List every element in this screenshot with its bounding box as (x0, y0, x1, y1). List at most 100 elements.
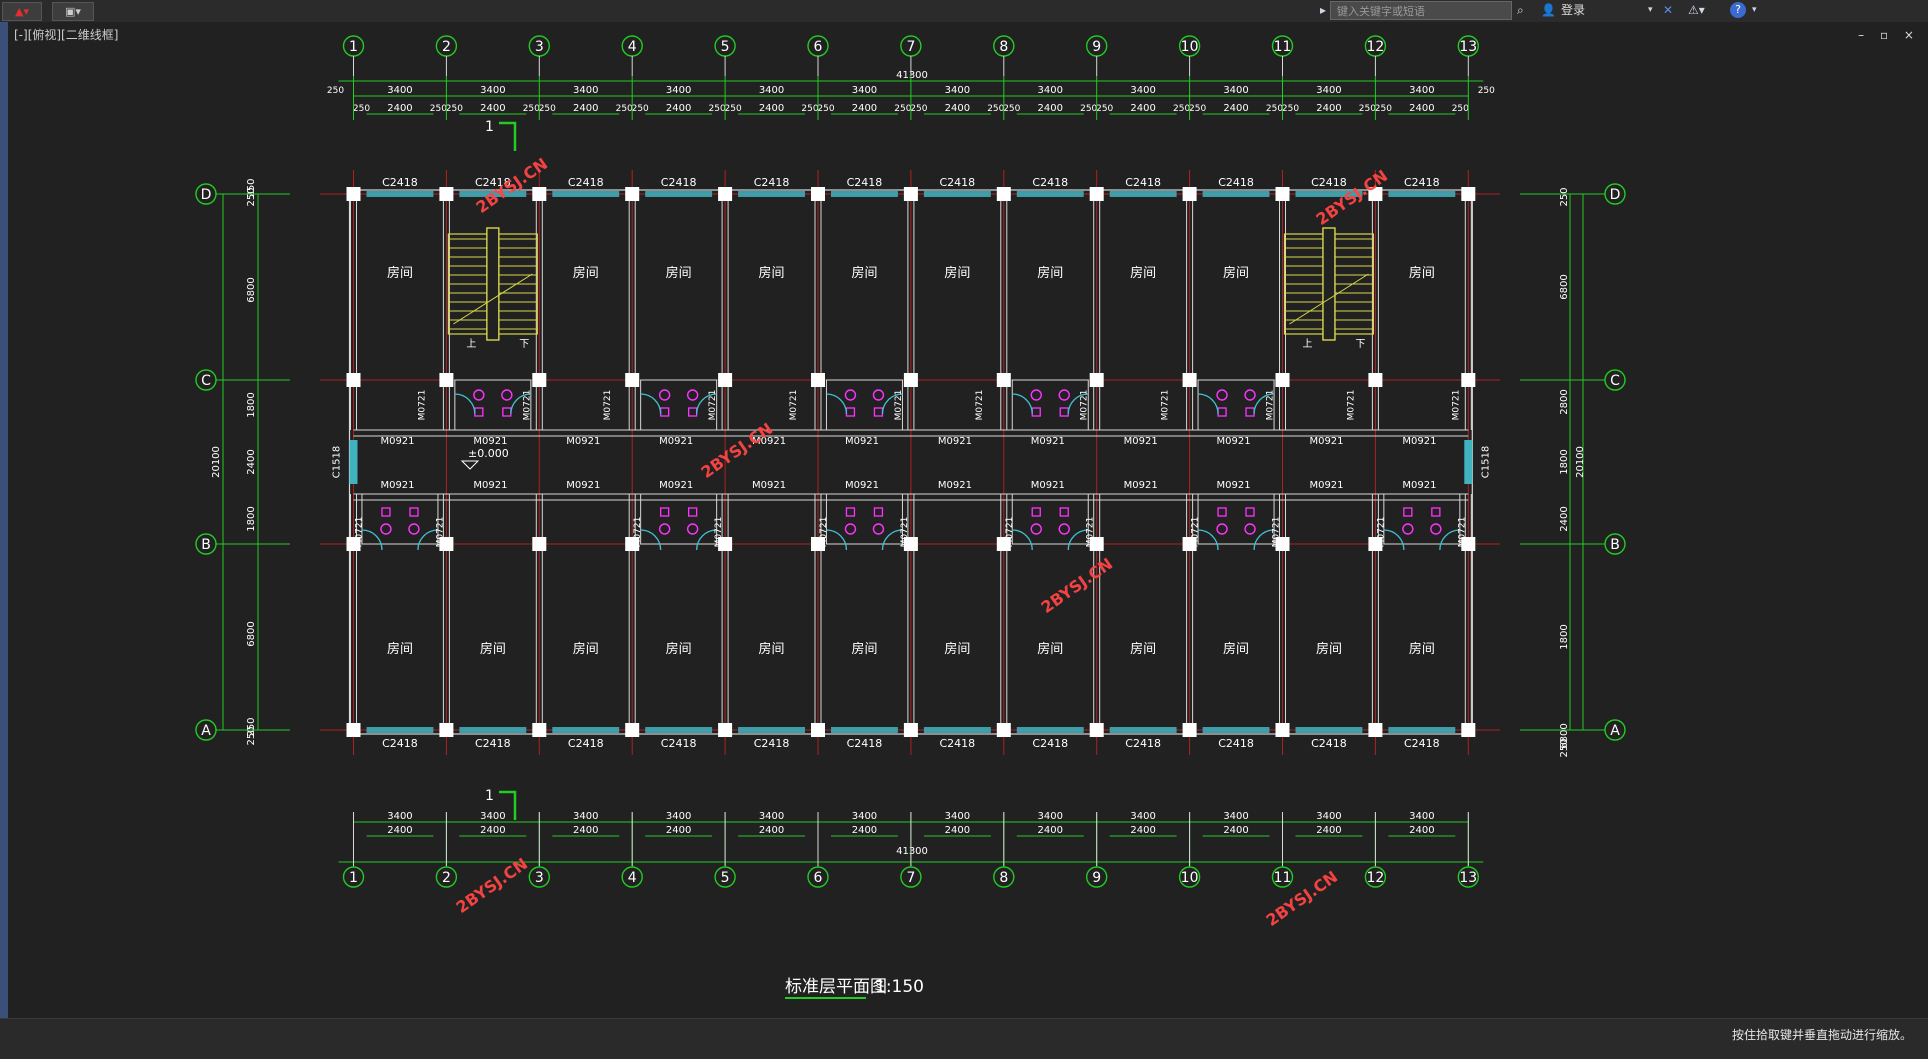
axis-bubble-label: 10 (1181, 39, 1199, 55)
axis-bubble-label: 3 (535, 870, 544, 886)
column (996, 723, 1011, 737)
basin-fixture (409, 507, 419, 517)
dim-offset: 250 (1080, 104, 1097, 114)
door-tag: M0921 (845, 436, 879, 447)
basin-fixture (660, 507, 670, 517)
dim-offset: 250 (817, 104, 834, 114)
door-arc (640, 393, 662, 415)
dim-left: 6800 (246, 277, 257, 302)
column (1461, 187, 1476, 201)
dim-text: 3400 (1316, 85, 1341, 96)
dim-offset: 250 (1375, 104, 1392, 114)
column (439, 187, 454, 201)
stair-down-label: 下 (1355, 339, 1365, 350)
window-tag: C2418 (475, 737, 511, 750)
dim-offset: 250 (616, 104, 633, 114)
window-tag: C2418 (1311, 176, 1347, 189)
axis-bubble-label: D (1610, 187, 1621, 203)
axis-bubble-label: 12 (1366, 870, 1384, 886)
column (1182, 723, 1197, 737)
room-label: 房间 (666, 265, 692, 281)
window-A (552, 727, 620, 733)
basin-fixture (660, 407, 670, 417)
axis-bubble-label: 9 (1092, 870, 1101, 886)
dim-offset: 250 (1478, 86, 1495, 96)
dim-text: 3400 (945, 811, 970, 822)
window-tag: C2418 (1311, 737, 1347, 750)
drawing-canvas[interactable]: 41300413003400240034002400250 25034002400… (0, 0, 1928, 1018)
axis-bubble-label: 4 (628, 39, 637, 55)
dim-total-bottom: 41300 (896, 846, 928, 857)
window-tag: C2418 (1032, 737, 1068, 750)
room-label: 房间 (944, 265, 970, 281)
basin-fixture (845, 407, 856, 417)
watermark-text: 2BYSJ.CN (698, 419, 777, 482)
room-label: 房间 (1223, 641, 1249, 657)
door-arc (1012, 393, 1033, 415)
window-tag: C2418 (382, 737, 418, 750)
axis-bubble-label: 7 (906, 39, 915, 55)
column (625, 723, 640, 737)
dim-offset: 250 (632, 104, 649, 114)
window-A (923, 727, 991, 733)
dim-text: 2400 (480, 103, 505, 114)
dim-text: 2400 (1130, 103, 1155, 114)
wc-door-tag: M0721 (603, 390, 613, 421)
dim-text: 3400 (1038, 85, 1063, 96)
column (996, 187, 1011, 201)
stair-down-label: 下 (519, 339, 529, 350)
axis-bubble-label: 6 (814, 39, 823, 55)
window-tag: C2418 (1125, 737, 1161, 750)
dim-text: 3400 (1130, 811, 1155, 822)
washroom-box (825, 493, 903, 545)
door-tag: M0921 (473, 436, 507, 447)
wc-door-tag: M0721 (1086, 517, 1096, 548)
dim-right: 250 (1559, 738, 1570, 757)
dim-text: 3400 (573, 811, 598, 822)
dim-text: 2400 (666, 825, 691, 836)
axis-bubble-label: A (201, 723, 211, 739)
dim-right: 2400 (1559, 506, 1570, 531)
door-tag: M0921 (380, 480, 414, 491)
dim-left: 1800 (246, 506, 257, 531)
window-D (1202, 191, 1270, 197)
dim-left: 250 (246, 726, 257, 745)
dim-text: 3400 (1130, 85, 1155, 96)
door-tag: M0921 (566, 480, 600, 491)
window-D (1016, 191, 1084, 197)
window-A (1202, 727, 1270, 733)
dim-right: 6800 (1559, 274, 1570, 299)
dim-text: 3400 (1223, 811, 1248, 822)
dim-text: 2400 (573, 103, 598, 114)
dim-text: 2400 (1409, 825, 1434, 836)
door-tag: M0921 (659, 436, 693, 447)
column (532, 187, 547, 201)
toilet-fixture (501, 389, 513, 401)
dim-offset: 250 (1189, 104, 1206, 114)
column (1089, 187, 1104, 201)
toilet-fixture (1244, 389, 1256, 401)
stair-up-label: 上 (466, 338, 476, 350)
dim-text: 2400 (666, 103, 691, 114)
dim-text: 3400 (759, 811, 784, 822)
door-tag: M0921 (938, 480, 972, 491)
wc-door-tag: M0721 (1346, 390, 1356, 421)
column (996, 373, 1011, 387)
status-bar (0, 1018, 1928, 1059)
door-arc (1383, 529, 1405, 551)
window-tag: C2418 (661, 737, 697, 750)
door-tag: M0921 (1124, 436, 1158, 447)
window-tag: C2418 (1125, 176, 1161, 189)
stair-well (1322, 227, 1336, 341)
column (346, 187, 361, 201)
window-tag: C2418 (847, 737, 883, 750)
wc-door-tag: M0721 (894, 390, 904, 421)
axis-bubble-label: 4 (628, 870, 637, 886)
axis-bubble-label: 8 (999, 870, 1008, 886)
column (811, 187, 825, 201)
window-D (1388, 191, 1456, 197)
window-tag: C2418 (1404, 176, 1440, 189)
toilet-fixture (872, 389, 885, 401)
door-tag: M0921 (473, 480, 507, 491)
column (718, 373, 733, 387)
